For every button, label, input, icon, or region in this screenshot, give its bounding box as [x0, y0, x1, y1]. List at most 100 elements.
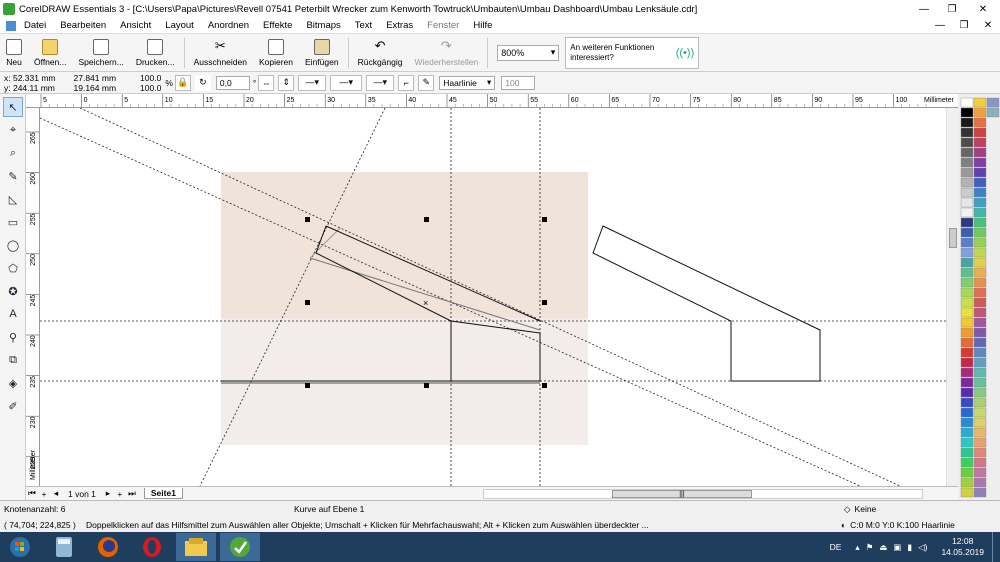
color-swatch[interactable] — [960, 107, 974, 118]
paste-button[interactable]: Einfügen — [299, 36, 345, 70]
line-start-select[interactable]: —▾ — [298, 74, 327, 91]
color-swatch[interactable] — [960, 447, 974, 458]
color-swatch[interactable] — [973, 477, 987, 488]
color-swatch[interactable] — [960, 147, 974, 158]
menu-layout[interactable]: Layout — [159, 20, 202, 31]
height-field[interactable]: 19.164 mm — [74, 83, 117, 93]
color-swatch[interactable] — [960, 237, 974, 248]
pick-tool-icon[interactable]: ↖ — [3, 97, 23, 117]
color-swatch[interactable] — [960, 357, 974, 368]
selection-center-marker[interactable]: × — [423, 298, 428, 308]
horizontal-scrollbar[interactable]: ||| — [482, 488, 923, 499]
rectangle-tool-icon[interactable]: ▭ — [3, 212, 23, 232]
color-swatch[interactable] — [960, 427, 974, 438]
color-swatch[interactable] — [973, 117, 987, 128]
color-swatch[interactable] — [973, 427, 987, 438]
color-swatch[interactable] — [973, 267, 987, 278]
color-swatch[interactable] — [973, 127, 987, 138]
color-swatch[interactable] — [973, 387, 987, 398]
color-swatch[interactable] — [960, 327, 974, 338]
selection-handle[interactable] — [305, 300, 310, 305]
cut-button[interactable]: ✂ Ausschneiden — [188, 36, 253, 70]
color-swatch[interactable] — [960, 437, 974, 448]
color-swatch[interactable] — [986, 107, 1000, 118]
menu-bitmaps[interactable]: Bitmaps — [300, 20, 348, 31]
first-page-icon[interactable]: ⏮ — [26, 488, 38, 499]
color-swatch[interactable] — [960, 97, 974, 108]
color-swatch[interactable] — [973, 397, 987, 408]
close-button[interactable]: ✕ — [966, 0, 1000, 18]
polygon-tool-icon[interactable]: ⬠ — [3, 258, 23, 278]
ellipse-tool-icon[interactable]: ◯ — [3, 235, 23, 255]
color-swatch[interactable] — [973, 457, 987, 468]
interactive-tool-icon[interactable]: ⧉ — [3, 350, 23, 370]
color-swatch[interactable] — [960, 177, 974, 188]
selection-handle[interactable] — [542, 300, 547, 305]
color-swatch[interactable] — [960, 287, 974, 298]
clock[interactable]: 12:08 14.05.2019 — [933, 536, 992, 558]
open-button[interactable]: Öffnen... — [28, 36, 72, 70]
firefox-taskbar-icon[interactable] — [88, 533, 128, 561]
close-curve-icon[interactable]: ⌐ — [398, 74, 415, 91]
smoothing-field[interactable]: 100 — [501, 75, 536, 90]
flag-icon[interactable]: ⚑ — [866, 542, 874, 553]
color-swatch[interactable] — [960, 387, 974, 398]
language-indicator[interactable]: DE — [830, 542, 842, 552]
color-swatch[interactable] — [973, 187, 987, 198]
eyedropper-tool-icon[interactable]: ⚲ — [3, 327, 23, 347]
opera-taskbar-icon[interactable] — [132, 533, 172, 561]
selection-handle[interactable] — [542, 217, 547, 222]
color-swatch[interactable] — [960, 367, 974, 378]
color-swatch[interactable] — [973, 137, 987, 148]
coreldraw-app-icon[interactable] — [3, 3, 15, 15]
color-swatch[interactable] — [973, 447, 987, 458]
fill-status[interactable]: Keine — [855, 504, 877, 514]
show-desktop-button[interactable] — [992, 532, 1000, 562]
color-swatch[interactable] — [973, 177, 987, 188]
color-swatch[interactable] — [973, 297, 987, 308]
menu-text[interactable]: Text — [349, 20, 380, 31]
color-swatch[interactable] — [973, 367, 987, 378]
drawing-canvas[interactable]: × — [40, 108, 946, 486]
maximize-button[interactable]: ❐ — [938, 0, 966, 18]
lock-ratio-icon[interactable]: 🔒 — [174, 74, 191, 91]
color-swatch[interactable] — [973, 337, 987, 348]
rotation-angle-field[interactable]: 0,0 — [215, 75, 250, 90]
document-icon[interactable] — [6, 20, 16, 31]
save-button[interactable]: Speichern... — [72, 36, 129, 70]
print-button[interactable]: Drucken... — [130, 36, 181, 70]
tray-expand-icon[interactable]: ▴ — [855, 542, 859, 553]
vertical-scrollbar[interactable] — [946, 108, 958, 486]
color-swatch[interactable] — [973, 487, 987, 498]
menu-hilfe[interactable]: Hilfe — [467, 20, 500, 31]
display-icon[interactable]: ▣ — [893, 542, 901, 553]
color-swatch[interactable] — [960, 407, 974, 418]
scale-y-field[interactable]: 100.0 — [140, 83, 161, 93]
color-swatch[interactable] — [973, 357, 987, 368]
color-swatch[interactable] — [973, 197, 987, 208]
color-swatch[interactable] — [973, 237, 987, 248]
menu-extras[interactable]: Extras — [380, 20, 421, 31]
vertical-scroll-thumb[interactable] — [949, 228, 957, 248]
color-swatch[interactable] — [960, 127, 974, 138]
page-tab[interactable]: Seite1 — [143, 488, 183, 499]
selection-handle[interactable] — [305, 383, 310, 388]
outline-width-select[interactable]: Haarlinie ▾ — [439, 75, 496, 90]
redo-button[interactable]: ↷ Wiederherstellen — [408, 36, 484, 70]
fill-tool-icon[interactable]: ◈ — [3, 373, 23, 393]
outline-tool-icon[interactable]: ✐ — [3, 396, 23, 416]
width-field[interactable]: 27.841 mm — [74, 73, 117, 83]
selection-handle[interactable] — [424, 383, 429, 388]
color-swatch[interactable] — [973, 97, 987, 108]
zoom-select[interactable]: 800% ▾ — [497, 44, 560, 61]
doc-minimize-button[interactable]: — — [928, 20, 952, 31]
color-swatch[interactable] — [960, 117, 974, 128]
prev-page-icon[interactable]: ◂ — [50, 488, 62, 499]
color-swatch[interactable] — [973, 467, 987, 478]
color-swatch[interactable] — [960, 477, 974, 488]
freehand-tool-icon[interactable]: ✎ — [3, 166, 23, 186]
outline-status[interactable]: C:0 M:0 Y:0 K:100 Haarlinie — [850, 520, 955, 530]
color-swatch[interactable] — [960, 227, 974, 238]
add-page-after-icon[interactable]: + — [114, 489, 126, 499]
color-swatch[interactable] — [960, 277, 974, 288]
